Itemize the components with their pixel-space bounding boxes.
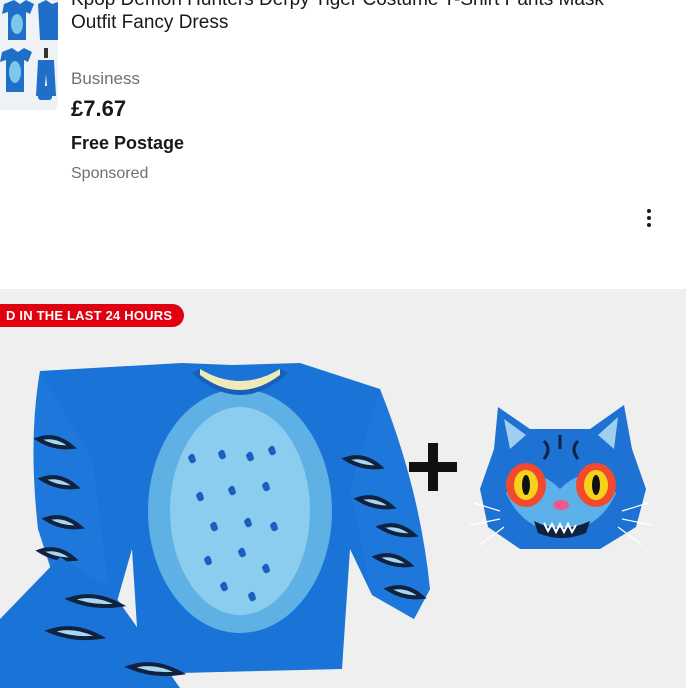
listing-item[interactable]: Kpop Demon Hunters Derpy Tiger Costume T… bbox=[0, 0, 688, 288]
product-card[interactable]: D IN THE LAST 24 HOURS bbox=[0, 289, 686, 688]
thumbnail-image bbox=[0, 0, 58, 110]
postage: Free Postage bbox=[71, 133, 185, 153]
more-options-button[interactable] bbox=[636, 204, 662, 232]
title-line-1[interactable]: Kpop Demon Hunters Derpy Tiger Costume T… bbox=[71, 0, 604, 10]
sponsored-label: Sponsored bbox=[71, 165, 149, 182]
recent-sales-badge: D IN THE LAST 24 HOURS bbox=[0, 304, 185, 327]
title-line-2[interactable]: Outfit Fancy Dress bbox=[71, 12, 228, 33]
more-vertical-icon bbox=[647, 209, 651, 213]
listing-title[interactable]: Kpop Demon Hunters Derpy Tiger Costume T… bbox=[71, 0, 651, 34]
seller-type: Business bbox=[71, 69, 140, 88]
listing-thumbnail[interactable] bbox=[0, 0, 58, 110]
price: £7.67 bbox=[71, 96, 127, 121]
product-image[interactable] bbox=[0, 289, 686, 688]
